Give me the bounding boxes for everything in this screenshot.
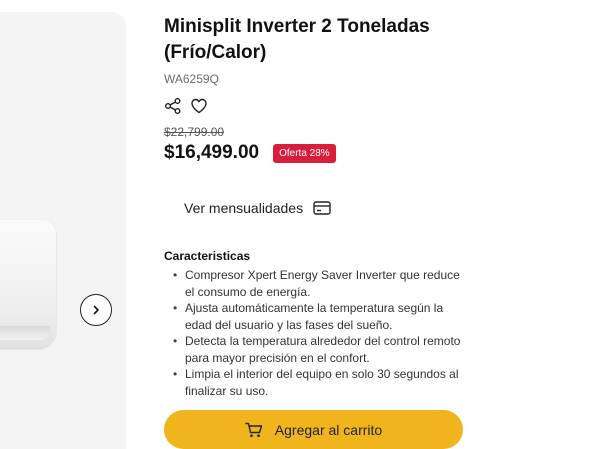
- old-price: $22,799.00: [164, 125, 225, 139]
- feature-item: Compresor Xpert Energy Saver Inverter qu…: [164, 267, 464, 300]
- installments-label: Ver mensualidades: [184, 200, 304, 216]
- product-sku: WA6259Q: [164, 72, 219, 86]
- gallery-next-button[interactable]: [80, 294, 112, 326]
- product-image-vent: [0, 326, 50, 340]
- feature-item: Detecta la temperatura alrededor del con…: [164, 333, 464, 366]
- price-row: $16,499.00 Oferta 28%: [164, 142, 584, 164]
- product-gallery: [0, 12, 126, 449]
- product-image: [0, 220, 56, 348]
- product-actions: [164, 96, 584, 116]
- heart-icon[interactable]: [190, 97, 208, 115]
- features-list: Compresor Xpert Energy Saver Inverter qu…: [164, 267, 464, 399]
- chevron-right-icon: [91, 305, 101, 315]
- cart-icon: [245, 422, 263, 438]
- current-price: $16,499.00: [164, 142, 260, 163]
- product-info: Minisplit Inverter 2 Toneladas (Frío/Cal…: [164, 14, 584, 449]
- feature-item: Ajusta automáticamente la temperatura se…: [164, 300, 464, 333]
- installments-link[interactable]: Ver mensualidades: [184, 200, 331, 216]
- product-title-line1: Minisplit Inverter 2 Toneladas: [164, 16, 430, 37]
- features-section: Caracteristicas Compresor Xpert Energy S…: [164, 249, 464, 399]
- credit-card-icon: [313, 201, 331, 215]
- product-title-line2: (Frío/Calor): [164, 42, 267, 63]
- feature-item: Limpia el interior del equipo en solo 30…: [164, 366, 464, 399]
- product-title: Minisplit Inverter 2 Toneladas (Frío/Cal…: [164, 14, 464, 66]
- share-icon[interactable]: [164, 97, 182, 115]
- add-to-cart-button[interactable]: Agregar al carrito: [164, 410, 463, 449]
- discount-badge: Oferta 28%: [273, 143, 336, 163]
- add-to-cart-label: Agregar al carrito: [274, 421, 383, 438]
- features-title: Caracteristicas: [164, 249, 251, 263]
